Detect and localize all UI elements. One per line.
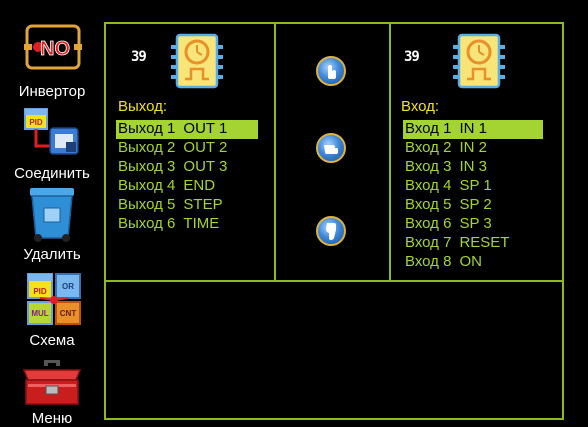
output-item[interactable]: Выход 3 OUT 3 (116, 158, 258, 177)
output-item-name: Выход 5 (118, 196, 176, 213)
hand-point-button[interactable] (316, 133, 346, 163)
input-item-name: Вход 8 (405, 253, 452, 270)
output-item[interactable]: Выход 4 END (116, 177, 258, 196)
scheme-tile-cnt: CNT (60, 309, 77, 318)
timer-block-icon-left (171, 33, 223, 89)
input-item-value: IN 3 (459, 158, 487, 175)
input-item-value: SP 3 (459, 215, 492, 232)
timer-block-icon-right (453, 33, 505, 89)
input-item-name: Вход 5 (405, 196, 452, 213)
pid-badge-text: PID (29, 118, 43, 127)
sidebar-label-menu: Меню (31, 410, 73, 427)
input-item[interactable]: Вход 7 RESET (403, 234, 543, 253)
hand-point-icon (324, 145, 338, 154)
output-item-name: Выход 1 (118, 120, 176, 137)
block-number-left: 39 (131, 49, 147, 65)
sidebar-item-menu[interactable]: Меню (0, 354, 104, 427)
input-item[interactable]: Вход 4 SP 1 (403, 177, 543, 196)
output-item-value: TIME (183, 215, 220, 232)
input-item-value: ON (459, 253, 482, 270)
input-item-name: Вход 1 (405, 120, 452, 137)
sidebar-label-connect: Соединить (14, 165, 90, 182)
not-gate-label: NO (40, 38, 70, 60)
connect-icon: PID (24, 108, 79, 155)
input-item-name: Вход 7 (405, 234, 452, 251)
sidebar-item-scheme[interactable]: PID OR MUL CNT Схема (0, 270, 104, 352)
output-item-name: Выход 6 (118, 215, 176, 232)
input-item[interactable]: Вход 5 SP 2 (403, 196, 543, 215)
sidebar-label-scheme: Схема (29, 332, 75, 349)
output-item-value: OUT 3 (183, 158, 228, 175)
input-item-name: Вход 6 (405, 215, 452, 232)
input-item-value: RESET (459, 234, 510, 251)
input-item[interactable]: Вход 2 IN 2 (403, 139, 543, 158)
input-item-name: Вход 3 (405, 158, 452, 175)
toolbox-icon (22, 360, 82, 405)
output-item[interactable]: Выход 1 OUT 1 (116, 120, 258, 139)
divider-horizontal (104, 280, 564, 282)
output-item-value: END (183, 177, 216, 194)
output-item-name: Выход 2 (118, 139, 176, 156)
divider-right (389, 22, 391, 281)
output-item[interactable]: Выход 2 OUT 2 (116, 139, 258, 158)
input-item-value: SP 1 (459, 177, 492, 194)
output-item-name: Выход 3 (118, 158, 176, 175)
hand-up-button[interactable] (316, 56, 346, 86)
output-item[interactable]: Выход 5 STEP (116, 196, 258, 215)
hand-up-icon (328, 65, 336, 79)
sidebar-item-delete[interactable]: Удалить (0, 186, 104, 264)
input-item[interactable]: Вход 8 ON (403, 253, 543, 272)
scheme-blocks-icon: PID OR MUL CNT (27, 273, 81, 325)
not-gate-icon: NO (24, 24, 82, 70)
input-item-name: Вход 4 (405, 177, 452, 194)
sidebar-label-inverter: Инвертор (18, 83, 86, 100)
outputs-list: Выход 1 OUT 1 Выход 2 OUT 2 Выход 3 OUT 3 Выхо… (116, 120, 258, 234)
inputs-list: Вход 1 IN 1 Вход 2 IN 2 Вход 3 IN 3 Вход 4 SP 1… (403, 120, 543, 272)
scheme-tile-mul: MUL (31, 309, 48, 318)
input-item-name: Вход 2 (405, 139, 452, 156)
sidebar-label-delete: Удалить (23, 246, 81, 263)
output-item-name: Выход 4 (118, 177, 176, 194)
output-item-value: OUT 1 (183, 120, 228, 137)
input-item[interactable]: Вход 1 IN 1 (403, 120, 543, 139)
output-item[interactable]: Выход 6 TIME (116, 215, 258, 234)
input-item-value: SP 2 (459, 196, 492, 213)
scheme-tile-or: OR (62, 282, 74, 291)
input-item-value: IN 2 (459, 139, 487, 156)
trash-bin-icon (30, 188, 74, 242)
hand-down-button[interactable] (316, 216, 346, 246)
output-item-value: OUT 2 (183, 139, 228, 156)
divider-left (274, 22, 276, 281)
sidebar-item-connect[interactable]: PID Соединить (0, 106, 104, 184)
output-item-value: STEP (183, 196, 223, 213)
sidebar-item-inverter[interactable]: NO Инвертор (0, 24, 104, 104)
input-item-value: IN 1 (459, 120, 487, 137)
scheme-tile-pid: PID (33, 287, 47, 296)
input-item[interactable]: Вход 3 IN 3 (403, 158, 543, 177)
outputs-heading: Выход: (118, 98, 168, 115)
block-number-right: 39 (404, 49, 420, 65)
input-item[interactable]: Вход 6 SP 3 (403, 215, 543, 234)
inputs-heading: Вход: (401, 98, 440, 115)
hand-down-icon (326, 223, 336, 240)
